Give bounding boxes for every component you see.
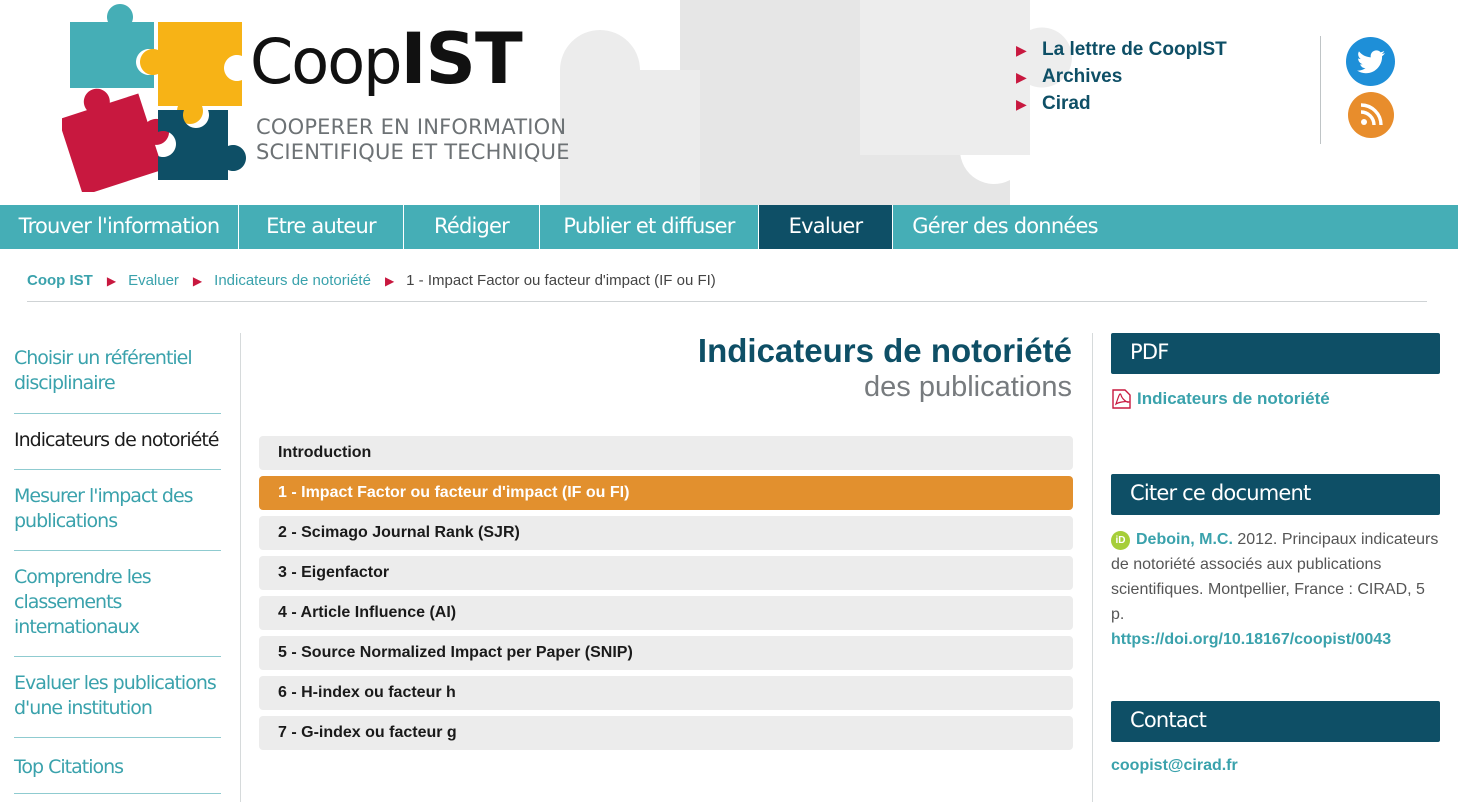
logo-wordmark-light: Coop <box>250 25 403 98</box>
breadcrumb-home[interactable]: Coop IST <box>27 272 93 289</box>
logo-tagline-line1: COOPERER EN INFORMATION <box>256 115 567 139</box>
nav-evaluer[interactable]: Evaluer <box>759 205 893 249</box>
logo-puzzle-icon[interactable] <box>62 2 247 192</box>
top-link-label: Archives <box>1042 66 1123 87</box>
sidebar-item-indicateurs[interactable]: Indicateurs de notoriété <box>14 414 221 470</box>
logo-tagline: COOPERER EN INFORMATION SCIENTIFIQUE ET … <box>256 115 570 165</box>
sidebar-item-mesurer-impact[interactable]: Mesurer l'impact des publications <box>14 470 221 551</box>
nav-trouver-information[interactable]: Trouver l'information <box>0 205 239 249</box>
triangle-right-icon: ▶ <box>1016 42 1027 58</box>
citation-doi-link[interactable]: https://doi.org/10.18167/coopist/0043 <box>1111 631 1391 648</box>
header-divider <box>1320 36 1321 144</box>
top-link-archives[interactable]: ▶ Archives <box>1016 63 1227 90</box>
triangle-right-icon: ▶ <box>384 274 395 288</box>
chapter-g-index[interactable]: 7 - G-index ou facteur g <box>259 716 1073 750</box>
sidebar-item-top-citations[interactable]: Top Citations <box>14 738 221 794</box>
logo-tagline-line2: SCIENTIFIQUE ET TECHNIQUE <box>256 140 570 164</box>
main-nav: Trouver l'information Etre auteur Rédige… <box>0 205 1458 249</box>
sidebar-item-referentiel[interactable]: Choisir un référentiel disciplinaire <box>14 333 221 414</box>
triangle-right-icon: ▶ <box>106 274 117 288</box>
contact-email-link[interactable]: coopist@cirad.fr <box>1111 757 1238 775</box>
pdf-file-icon <box>1112 389 1131 409</box>
chapter-eigenfactor[interactable]: 3 - Eigenfactor <box>259 556 1073 590</box>
contact-heading: Contact <box>1111 701 1440 742</box>
twitter-button[interactable] <box>1346 37 1395 86</box>
breadcrumb-evaluer[interactable]: Evaluer <box>128 272 179 289</box>
breadcrumb-indicateurs[interactable]: Indicateurs de notoriété <box>214 272 371 289</box>
chapter-snip[interactable]: 5 - Source Normalized Impact per Paper (… <box>259 636 1073 670</box>
top-link-label: Cirad <box>1042 93 1091 114</box>
rss-button[interactable] <box>1348 92 1394 138</box>
sidebar-divider <box>240 333 241 802</box>
citation-block: iD Deboin, M.C. 2012. Principaux indicate… <box>1111 527 1441 652</box>
top-link-cirad[interactable]: ▶ Cirad <box>1016 90 1227 117</box>
triangle-right-icon: ▶ <box>1016 96 1027 112</box>
citation-author-link[interactable]: Deboin, M.C. <box>1136 531 1233 548</box>
breadcrumb-current: 1 - Impact Factor ou facteur d'impact (I… <box>406 272 716 289</box>
pdf-link-label: Indicateurs de notoriété <box>1137 389 1330 408</box>
nav-etre-auteur[interactable]: Etre auteur <box>239 205 404 249</box>
page-title-sub: des publications <box>864 371 1072 403</box>
top-link-lettre[interactable]: ▶ La lettre de CoopIST <box>1016 36 1227 63</box>
breadcrumb: Coop IST ▶ Evaluer ▶ Indicateurs de notoriét… <box>27 272 716 289</box>
breadcrumb-divider <box>27 301 1427 302</box>
triangle-right-icon: ▶ <box>192 274 203 288</box>
top-link-label: La lettre de CoopIST <box>1042 39 1227 60</box>
cite-heading: Citer ce document <box>1111 474 1440 515</box>
nav-publier-diffuser[interactable]: Publier et diffuser <box>540 205 759 249</box>
logo-wordmark-bold: IST <box>400 18 523 100</box>
chapter-list: Introduction 1 - Impact Factor ou facteu… <box>259 436 1073 756</box>
sidebar-item-evaluer-institution[interactable]: Evaluer les publications d'une instituti… <box>14 657 221 738</box>
nav-rediger[interactable]: Rédiger <box>404 205 540 249</box>
triangle-right-icon: ▶ <box>1016 69 1027 85</box>
nav-gerer-donnees[interactable]: Gérer des données <box>893 205 1117 249</box>
chapter-impact-factor[interactable]: 1 - Impact Factor ou facteur d'impact (I… <box>259 476 1073 510</box>
section-sidebar: Choisir un référentiel disciplinaire Ind… <box>14 333 221 794</box>
right-column-divider <box>1092 333 1093 802</box>
chapter-introduction[interactable]: Introduction <box>259 436 1073 470</box>
chapter-h-index[interactable]: 6 - H-index ou facteur h <box>259 676 1073 710</box>
page-title-main: Indicateurs de notoriété <box>697 332 1072 369</box>
pdf-download-link[interactable]: Indicateurs de notoriété <box>1111 389 1330 409</box>
site-header: CoopIST COOPERER EN INFORMATION SCIENTIF… <box>0 0 1458 205</box>
twitter-icon <box>1356 49 1385 73</box>
pdf-heading: PDF <box>1111 333 1440 374</box>
chapter-sjr[interactable]: 2 - Scimago Journal Rank (SJR) <box>259 516 1073 550</box>
orcid-icon: iD <box>1111 531 1130 550</box>
sidebar-item-classements[interactable]: Comprendre les classements internationau… <box>14 551 221 657</box>
logo-wordmark[interactable]: CoopIST <box>250 18 523 100</box>
chapter-article-influence[interactable]: 4 - Article Influence (AI) <box>259 596 1073 630</box>
rss-icon <box>1360 103 1383 126</box>
top-links: ▶ La lettre de CoopIST ▶ Archives ▶ Cirad <box>1016 36 1227 117</box>
page-title: Indicateurs de notoriété des publication… <box>698 332 1072 404</box>
